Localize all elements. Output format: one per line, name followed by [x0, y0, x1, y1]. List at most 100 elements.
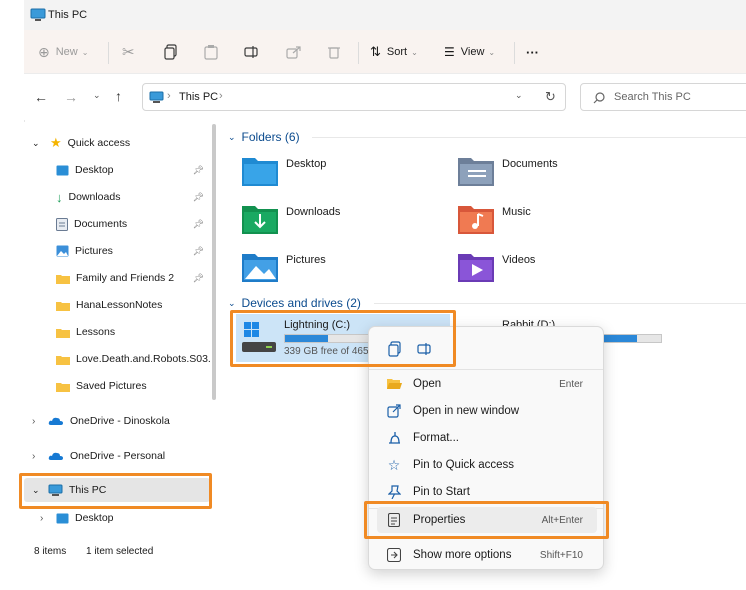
- drives-group-title: Devices and drives (2): [241, 296, 361, 310]
- folder-icon: [56, 382, 70, 392]
- folder-tile-desktop[interactable]: Desktop: [242, 154, 326, 186]
- sidebar-scrollbar[interactable]: [212, 124, 216, 400]
- folder-tile-documents[interactable]: Documents: [458, 154, 558, 186]
- more-button[interactable]: ···: [526, 40, 539, 64]
- videos-folder-icon: [458, 254, 494, 282]
- sort-button[interactable]: ⇅ Sort ⌄: [370, 40, 418, 64]
- menu-item-format[interactable]: Format...: [377, 425, 597, 451]
- this-pc-icon: [149, 91, 164, 103]
- breadcrumb-separator-icon: ›: [167, 90, 171, 102]
- chevron-right-icon: ›: [40, 512, 44, 524]
- menu-item-label: Pin to Start: [413, 486, 470, 498]
- cloud-icon: [48, 452, 63, 460]
- menu-item-show-more-options[interactable]: Show more options Shift+F10: [377, 542, 597, 568]
- desktop-icon: [56, 165, 69, 175]
- chevron-down-icon: ⌄: [411, 47, 418, 57]
- sidebar-item-desktop[interactable]: Desktop 📌︎: [24, 158, 210, 182]
- drives-group-header[interactable]: ⌄ Devices and drives (2): [228, 296, 361, 310]
- folder-label: Documents: [502, 158, 558, 170]
- folder-tile-videos[interactable]: Videos: [458, 250, 535, 282]
- sidebar-item-pictures[interactable]: Pictures 📌︎: [24, 239, 210, 263]
- paste-button[interactable]: [204, 40, 218, 64]
- delete-button[interactable]: [328, 40, 340, 64]
- menu-divider: [369, 369, 603, 370]
- chevron-down-icon: ⌄: [81, 47, 89, 57]
- folder-tile-pictures[interactable]: Pictures: [242, 250, 326, 282]
- star-outline-icon: ☆: [387, 456, 401, 473]
- folder-icon: [56, 274, 70, 284]
- new-button[interactable]: ⊕ New ⌄: [38, 40, 88, 64]
- copy-button[interactable]: [164, 40, 178, 64]
- picture-icon: [56, 245, 69, 257]
- refresh-icon[interactable]: ↻: [545, 89, 556, 105]
- pictures-folder-icon: [242, 254, 278, 282]
- chevron-right-icon: ›: [32, 450, 36, 462]
- sidebar-item-onedrive-school[interactable]: › OneDrive - Dinoskola: [24, 409, 210, 433]
- view-button[interactable]: ☰ View ⌄: [444, 40, 495, 64]
- plus-icon: ⊕: [38, 43, 50, 60]
- sidebar-item-onedrive-personal[interactable]: › OneDrive - Personal: [24, 444, 210, 468]
- pin-icon: 📌︎: [192, 245, 204, 256]
- sidebar-item-hanalessonnotes[interactable]: HanaLessonNotes: [24, 293, 210, 317]
- divider: [374, 303, 746, 304]
- folder-tile-downloads[interactable]: Downloads: [242, 202, 340, 234]
- sidebar-item-label: Documents: [74, 218, 128, 230]
- highlight-this-pc: [19, 473, 212, 509]
- sidebar-item-label: Quick access: [67, 137, 131, 149]
- folder-label: Videos: [502, 254, 536, 266]
- title-bar: This PC: [24, 0, 746, 30]
- sidebar-item-downloads[interactable]: ↓ Downloads 📌︎: [24, 185, 210, 209]
- pin-icon: 📌︎: [192, 218, 204, 229]
- folder-label: Downloads: [286, 206, 341, 218]
- share-button[interactable]: [286, 40, 302, 64]
- sidebar-item-this-pc-desktop[interactable]: › Desktop: [24, 506, 210, 530]
- search-placeholder: Search This PC: [614, 91, 691, 103]
- sidebar-item-quick-access[interactable]: ⌄ ★ Quick access: [24, 131, 210, 155]
- pin-icon: 📌︎: [192, 164, 204, 175]
- sidebar-item-documents[interactable]: Documents 📌︎: [24, 212, 210, 236]
- sidebar-item-family-and-friends[interactable]: Family and Friends 2 📌︎: [24, 266, 210, 290]
- sidebar-item-label: Lessons: [76, 326, 116, 338]
- search-box[interactable]: Search This PC: [580, 83, 746, 111]
- sort-icon: ⇅: [370, 44, 381, 59]
- chevron-right-icon: ›: [32, 415, 36, 427]
- sidebar-item-lessons[interactable]: Lessons: [24, 320, 210, 344]
- sidebar-item-love-death-robots[interactable]: Love.Death.and.Robots.S03.10: [24, 347, 210, 371]
- chevron-down-icon: ⌄: [32, 137, 40, 148]
- highlight-properties: [364, 501, 609, 539]
- highlight-drive-c: [230, 310, 456, 367]
- copy-icon: [164, 44, 177, 60]
- folder-label: Desktop: [286, 158, 327, 170]
- download-arrow-icon: ↓: [56, 189, 63, 205]
- search-icon: [593, 92, 605, 104]
- breadcrumb-separator-icon[interactable]: ›: [219, 90, 223, 102]
- address-dropdown-chevron-icon[interactable]: ⌄: [515, 90, 523, 101]
- sidebar-item-label: Desktop: [75, 164, 114, 176]
- cut-button[interactable]: ✂: [122, 40, 135, 64]
- sidebar-item-saved-pictures[interactable]: Saved Pictures: [24, 374, 210, 398]
- menu-item-open-new-window[interactable]: Open in new window: [377, 398, 597, 424]
- folder-tile-music[interactable]: Music: [458, 202, 531, 234]
- scissors-icon: ✂: [122, 44, 135, 61]
- menu-item-pin-quick-access[interactable]: ☆ Pin to Quick access: [377, 452, 597, 478]
- star-icon: ★: [50, 135, 62, 150]
- menu-item-shortcut: Enter: [559, 378, 583, 390]
- folders-group-header[interactable]: ⌄ Folders (6): [228, 130, 300, 144]
- breadcrumb-this-pc[interactable]: This PC: [179, 91, 218, 103]
- sort-label: Sort: [386, 46, 408, 58]
- menu-item-label: Open in new window: [413, 405, 520, 417]
- forward-arrow-icon[interactable]: →: [64, 89, 78, 105]
- menu-item-open[interactable]: Open Enter: [377, 371, 597, 397]
- back-arrow-icon[interactable]: ←: [34, 89, 48, 105]
- chevron-down-icon: ⌄: [228, 131, 236, 142]
- selection-count: 1 item selected: [86, 546, 154, 557]
- chevron-down-icon: ⌄: [228, 297, 236, 308]
- up-arrow-icon[interactable]: ↑: [115, 88, 122, 104]
- menu-item-label: Pin to Quick access: [413, 459, 514, 471]
- folder-label: Music: [502, 206, 531, 218]
- show-more-icon: [385, 547, 403, 563]
- rename-button[interactable]: [244, 40, 260, 64]
- recent-locations-chevron-icon[interactable]: ⌄: [93, 90, 101, 101]
- address-bar[interactable]: › This PC › ⌄ ↻: [142, 83, 566, 111]
- documents-folder-icon: [458, 158, 494, 186]
